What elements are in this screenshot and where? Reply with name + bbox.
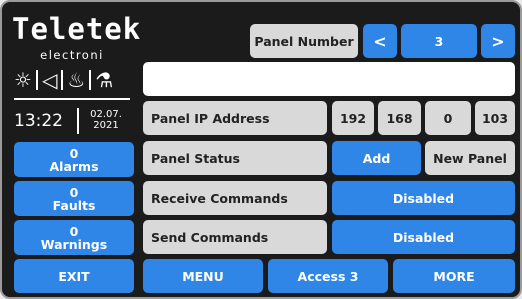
fire-icon: ♨	[67, 68, 86, 92]
menu-button[interactable]: MENU	[143, 259, 263, 293]
clock-time: 13:22	[14, 111, 63, 131]
date-year: 2021	[93, 120, 119, 131]
clock-date: 02.07. 2021	[84, 109, 128, 131]
divider	[14, 98, 130, 100]
divider	[89, 70, 92, 90]
receive-commands-label: Receive Commands	[143, 181, 327, 215]
message-field[interactable]	[143, 62, 515, 96]
warnings-label: Warnings	[40, 236, 108, 252]
status-icons: ☼ ◁ ♨ ⚗	[14, 68, 113, 92]
exit-button[interactable]: EXIT	[14, 259, 134, 293]
faults-count: 0	[69, 184, 79, 200]
ip-octet-4[interactable]: 103	[475, 101, 515, 135]
alarms-label: Alarms	[49, 158, 99, 174]
ip-octet-2[interactable]: 168	[378, 101, 421, 135]
more-button[interactable]: MORE	[393, 259, 515, 293]
speaker-icon: ◁	[41, 68, 58, 92]
panel-ip-label: Panel IP Address	[143, 101, 327, 135]
send-commands-label: Send Commands	[143, 220, 327, 254]
next-panel-button[interactable]: >	[481, 24, 515, 58]
panel-number-value[interactable]: 3	[401, 24, 477, 58]
panel-number-label: Panel Number	[250, 24, 358, 58]
faults-label: Faults	[52, 197, 96, 213]
add-button[interactable]: Add	[332, 141, 421, 175]
alarms-button[interactable]: 0 Alarms	[14, 142, 134, 177]
panel-status-label: Panel Status	[143, 141, 327, 175]
divider	[61, 70, 64, 90]
new-panel-button[interactable]: New Panel	[425, 141, 515, 175]
warnings-button[interactable]: 0 Warnings	[14, 220, 134, 255]
prev-panel-button[interactable]: <	[363, 24, 397, 58]
receive-commands-toggle[interactable]: Disabled	[332, 181, 515, 215]
faults-button[interactable]: 0 Faults	[14, 181, 134, 216]
warnings-count: 0	[69, 223, 79, 239]
divider	[35, 70, 38, 90]
date-day-month: 02.07.	[90, 109, 122, 120]
ip-octet-3[interactable]: 0	[425, 101, 471, 135]
divider	[77, 108, 79, 134]
brand-logo: Teletek	[12, 12, 142, 46]
panel-settings-screen: Teletek electroni ☼ ◁ ♨ ⚗ 13:22 02.07. 2…	[0, 0, 522, 299]
brand-subtitle: electroni	[40, 48, 104, 62]
access-level-button[interactable]: Access 3	[268, 259, 388, 293]
send-commands-toggle[interactable]: Disabled	[332, 220, 515, 254]
fire-extinguisher-icon: ⚗	[95, 68, 114, 92]
ip-octet-1[interactable]: 192	[332, 101, 374, 135]
alarms-count: 0	[69, 145, 79, 161]
sun-icon: ☼	[14, 68, 32, 92]
